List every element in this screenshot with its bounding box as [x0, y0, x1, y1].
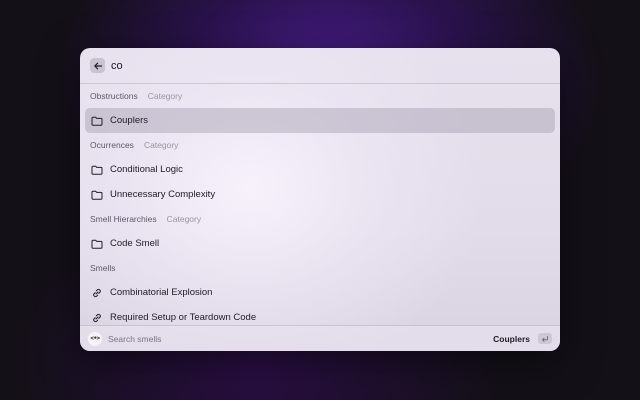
- arrow-left-icon: [93, 62, 102, 69]
- section-title: Obstructions: [90, 91, 138, 101]
- list-item-combinatorial-explosion[interactable]: Combinatorial Explosion: [85, 280, 555, 305]
- section-header-smell-hierarchies: Smell Hierarchies Category: [80, 207, 560, 231]
- section-title: Smell Hierarchies: [90, 214, 157, 224]
- list-item-unnecessary-complexity[interactable]: Unnecessary Complexity: [85, 182, 555, 207]
- link-icon: [90, 311, 104, 325]
- list-item-code-smell[interactable]: Code Smell: [85, 231, 555, 256]
- search-input[interactable]: [111, 59, 411, 72]
- app-logo-icon: <•>: [88, 331, 102, 346]
- section-header-obstructions: Obstructions Category: [80, 84, 560, 108]
- section-type: Category: [147, 91, 183, 101]
- list-item-couplers[interactable]: Couplers: [85, 108, 555, 133]
- primary-action-label[interactable]: Couplers: [493, 334, 530, 344]
- footer-search-hint: Search smells: [108, 333, 162, 344]
- link-icon: [90, 286, 104, 300]
- back-button[interactable]: [90, 58, 105, 73]
- list-item-label: Couplers: [110, 115, 149, 126]
- folder-icon: [90, 163, 104, 177]
- list-item-label: Unnecessary Complexity: [110, 189, 216, 200]
- search-bar: [80, 48, 560, 84]
- list-item-label: Combinatorial Explosion: [110, 287, 213, 298]
- section-title: Ocurrences: [90, 140, 134, 150]
- footer-bar: <•> Search smells Couplers: [80, 325, 560, 351]
- folder-icon: [90, 114, 104, 128]
- list-item-label: Conditional Logic: [110, 164, 183, 175]
- list-item-label: Code Smell: [110, 238, 160, 249]
- list-item-label: Required Setup or Teardown Code: [110, 312, 257, 323]
- return-icon[interactable]: [538, 333, 552, 344]
- folder-icon: [90, 188, 104, 202]
- section-title: Smells: [90, 263, 116, 273]
- section-type: Category: [143, 140, 179, 150]
- results-list: Obstructions Category Couplers Ocurrence…: [80, 84, 560, 325]
- section-header-ocurrences: Ocurrences Category: [80, 133, 560, 157]
- section-type: Category: [166, 214, 202, 224]
- command-palette: Obstructions Category Couplers Ocurrence…: [80, 48, 560, 351]
- section-header-smells: Smells: [80, 256, 560, 280]
- list-item-conditional-logic[interactable]: Conditional Logic: [85, 157, 555, 182]
- folder-icon: [90, 237, 104, 251]
- list-item-required-setup[interactable]: Required Setup or Teardown Code: [85, 305, 555, 325]
